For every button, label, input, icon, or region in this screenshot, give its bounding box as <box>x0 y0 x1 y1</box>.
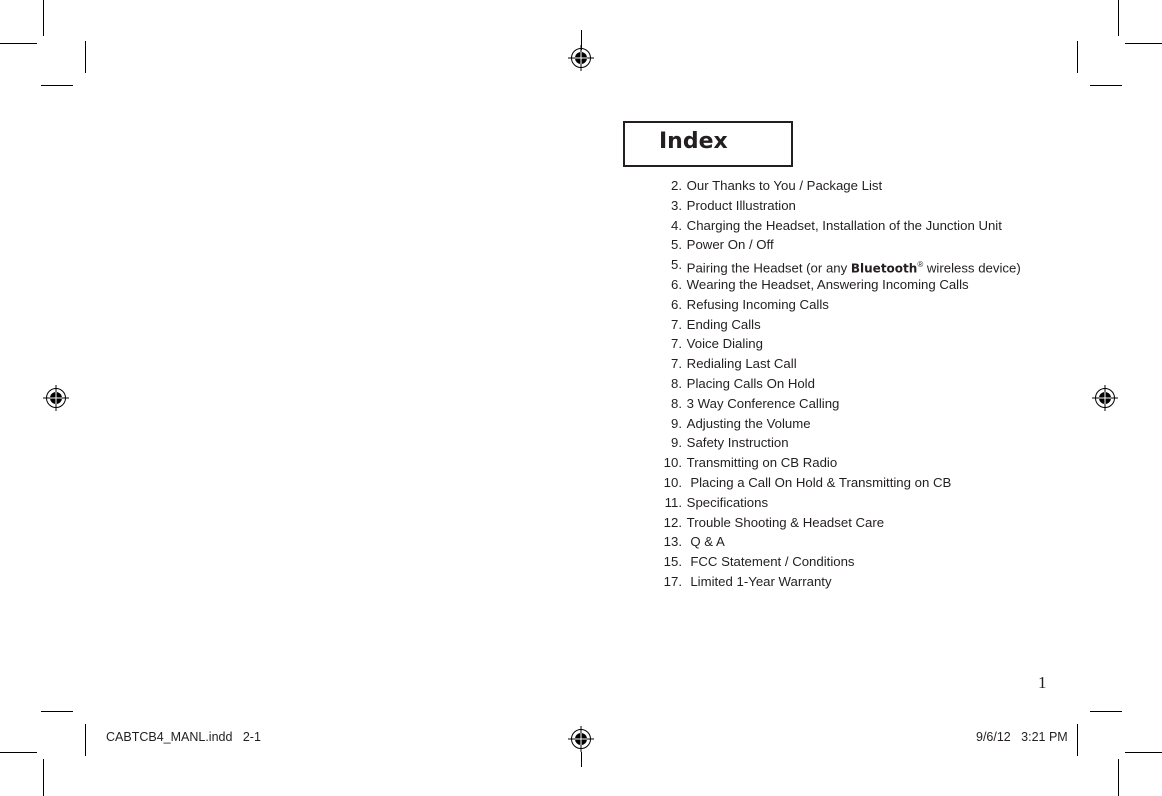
index-entry-text: Product Illustration <box>686 197 796 213</box>
bleed-mark <box>1077 724 1078 756</box>
crop-mark <box>43 759 44 796</box>
index-entry-text: Trouble Shooting & Headset Care <box>686 514 885 530</box>
index-page-number: 5. <box>671 257 682 273</box>
index-title: Index <box>659 129 728 154</box>
crop-mark <box>1125 752 1162 753</box>
index-page-number: 4. <box>671 217 682 233</box>
index-entry-text-part: Pairing the Headset (or any <box>686 260 851 276</box>
index-entry: 7. Voice Dialing <box>650 334 1021 354</box>
crop-mark <box>1125 43 1162 44</box>
index-list: 2. Our Thanks to You / Package List 3. P… <box>650 176 1021 592</box>
index-entry-text: 3 Way Conference Calling <box>686 395 840 411</box>
index-entry: 7. Redialing Last Call <box>650 354 1021 374</box>
index-entry-text: Adjusting the Volume <box>686 415 811 431</box>
index-entry: 12. Trouble Shooting & Headset Care <box>650 513 1021 533</box>
index-page-number: 6. <box>671 276 682 292</box>
bleed-mark <box>41 85 73 86</box>
index-page-number: 12. <box>663 514 682 530</box>
index-page-number: 5. <box>671 237 682 253</box>
registration-mark-icon <box>43 385 69 411</box>
index-page-number: 7. <box>671 356 682 372</box>
index-entry: 8. Placing Calls On Hold <box>650 374 1021 394</box>
index-page-number: 7. <box>671 336 682 352</box>
index-entry: 3. Product Illustration <box>650 196 1021 216</box>
index-entry: 11. Specifications <box>650 493 1021 513</box>
index-entry-text: Wearing the Headset, Answering Incoming … <box>686 276 969 292</box>
index-entry: 4. Charging the Headset, Installation of… <box>650 216 1021 236</box>
index-entry: 6. Refusing Incoming Calls <box>650 295 1021 315</box>
registration-mark-icon <box>1092 385 1118 411</box>
index-page-number: 9. <box>671 435 682 451</box>
index-page-number: 8. <box>671 395 682 411</box>
crop-mark <box>1118 0 1119 36</box>
crop-mark <box>1118 759 1119 796</box>
index-entry: 10. Placing a Call On Hold & Transmittin… <box>650 473 1021 493</box>
index-page-number: 9. <box>671 415 682 431</box>
crop-mark <box>0 43 37 44</box>
index-entry-text: Refusing Incoming Calls <box>686 296 829 312</box>
index-entry-text: Voice Dialing <box>686 336 763 352</box>
registration-mark-icon <box>568 726 594 752</box>
index-entry: 13. Q & A <box>650 532 1021 552</box>
index-entry-text: Ending Calls <box>686 316 761 332</box>
index-entry: 6. Wearing the Headset, Answering Incomi… <box>650 275 1021 295</box>
index-page-number: 3. <box>671 197 682 213</box>
bleed-mark <box>85 41 86 73</box>
slug-datetime: 9/6/12 3:21 PM <box>976 730 1068 744</box>
index-entry-text: Charging the Headset, Installation of th… <box>686 217 1002 233</box>
index-entry: 9. Adjusting the Volume <box>650 414 1021 434</box>
index-entry: 5. Pairing the Headset (or any Bluetooth… <box>650 255 1021 275</box>
index-page-number: 2. <box>671 178 682 193</box>
index-page-number: 11. <box>664 494 682 510</box>
index-page-number: 10. <box>663 455 682 471</box>
index-page-number: 7. <box>671 316 682 332</box>
index-entry-text: Pairing the Headset (or any Bluetooth® w… <box>687 255 1021 275</box>
bleed-mark <box>1090 85 1122 86</box>
index-entry-text: FCC Statement / Conditions <box>686 554 855 570</box>
index-entry: 8. 3 Way Conference Calling <box>650 394 1021 414</box>
slug-filename: CABTCB4_MANL.indd 2-1 <box>106 730 261 744</box>
index-entry-text: Limited 1-Year Warranty <box>686 573 832 589</box>
index-entry: 5. Power On / Off <box>650 235 1021 255</box>
index-entry-text: Transmitting on CB Radio <box>686 455 838 471</box>
bleed-mark <box>1090 711 1122 712</box>
index-page-number: 17. <box>663 573 682 589</box>
crop-mark <box>0 752 37 753</box>
bleed-mark <box>41 711 73 712</box>
index-entry-text-part: wireless device) <box>923 260 1021 276</box>
index-entry-text: Redialing Last Call <box>686 356 797 372</box>
index-page-number: 13. <box>663 534 682 550</box>
index-entry: 15. FCC Statement / Conditions <box>650 552 1021 572</box>
index-entry-text: Power On / Off <box>686 237 774 253</box>
index-entry: 9. Safety Instruction <box>650 433 1021 453</box>
registration-mark-icon <box>568 45 594 71</box>
index-entry: 2. Our Thanks to You / Package List <box>650 176 1021 196</box>
index-heading-box: Index <box>623 121 793 167</box>
index-page-number: 15. <box>663 554 682 570</box>
index-page-number: 8. <box>671 375 682 391</box>
page-number: 1 <box>1038 673 1047 692</box>
index-entry-text: Placing Calls On Hold <box>686 375 815 391</box>
index-entry-text: Safety Instruction <box>686 435 789 451</box>
index-entry: 17. Limited 1-Year Warranty <box>650 572 1021 592</box>
index-entry: 7. Ending Calls <box>650 315 1021 335</box>
index-entry-text: Q & A <box>686 534 725 550</box>
index-entry: 10. Transmitting on CB Radio <box>650 453 1021 473</box>
index-entry-text: Our Thanks to You / Package List <box>686 178 883 193</box>
bleed-mark <box>1077 41 1078 73</box>
index-entry-text: Placing a Call On Hold & Transmitting on… <box>686 474 952 490</box>
registration-line <box>581 752 582 767</box>
index-entry-text: Specifications <box>686 494 769 510</box>
crop-mark <box>43 0 44 36</box>
bluetooth-brand: Bluetooth <box>850 261 918 276</box>
index-page-number: 10. <box>663 474 682 490</box>
bleed-mark <box>85 724 86 756</box>
index-page-number: 6. <box>671 296 682 312</box>
